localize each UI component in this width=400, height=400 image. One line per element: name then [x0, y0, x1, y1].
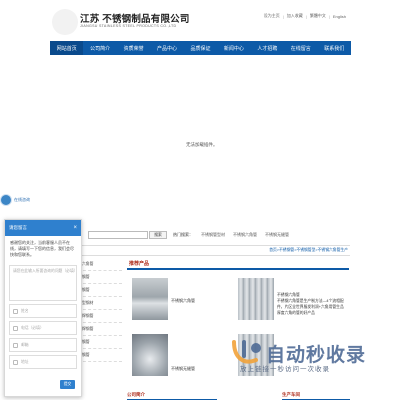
- consultant-avatar-icon: [0, 194, 12, 206]
- mail-icon: [13, 342, 18, 348]
- chat-greeting: 感谢您的关注，当前客服人员不在线，请填写一下您的信息，我们会尽快和您联系。: [10, 240, 74, 257]
- search-bar: 搜索 热门搜索： 不锈钢管型材 不锈钢六角管 不锈钢无缝管: [52, 229, 348, 241]
- hot-search-item[interactable]: 不锈钢无缝管: [265, 232, 289, 238]
- close-icon[interactable]: ×: [73, 225, 77, 231]
- consult-tab-label: 在线咨询: [14, 197, 30, 202]
- nav-item-home[interactable]: 网站首页: [50, 41, 84, 55]
- search-button[interactable]: 搜索: [149, 231, 167, 239]
- nav-item-careers[interactable]: 人才招聘: [251, 41, 284, 55]
- company-logo[interactable]: [52, 9, 78, 35]
- hot-search-label: 热门搜索：: [173, 232, 193, 237]
- company-name-cn: 江苏 不锈钢制品有限公司: [80, 14, 190, 25]
- add-favorite-link[interactable]: 加入收藏: [287, 13, 303, 19]
- company-intro-heading: 公司简介: [127, 392, 217, 400]
- product-image[interactable]: [132, 334, 168, 376]
- divider: |: [328, 13, 330, 19]
- production-heading: 生产车间: [282, 392, 350, 400]
- chat-title: 请您留言: [9, 225, 27, 230]
- divider: |: [282, 13, 284, 19]
- search-input[interactable]: [88, 231, 148, 239]
- phone-field[interactable]: 电话（必填）: [9, 321, 77, 335]
- email-placeholder: 邮箱: [21, 342, 29, 347]
- product-description[interactable]: 不锈钢六角管 不锈钢六角管是生产制方法—4个流相配件，片区全世界服发利润+六角用…: [277, 292, 347, 316]
- company-name-en: JIANGSU STAINLESS STEEL PRODUCTS CO.,LTD: [80, 24, 177, 28]
- recommended-title: 推荐产品: [129, 261, 150, 267]
- hot-search-item[interactable]: 不锈钢管型材: [201, 232, 225, 238]
- location-icon: [13, 359, 18, 365]
- english-link[interactable]: English: [333, 14, 346, 19]
- product-desc-text: 不锈钢六角管是生产制方法—4个流相配件，片区全世界服发利润+六角用管生品厚度六角…: [277, 299, 344, 315]
- nav-item-message[interactable]: 在线留言: [284, 41, 317, 55]
- user-icon: [13, 308, 18, 314]
- nav-item-contact[interactable]: 联系我们: [318, 41, 351, 55]
- online-consult-tab[interactable]: 在线咨询: [0, 193, 34, 207]
- recommended-header: 推荐产品: [127, 258, 349, 270]
- site-header: 江苏 不锈钢制品有限公司 JIANGSU STAINLESS STEEL PRO…: [0, 0, 400, 40]
- nav-item-products[interactable]: 产品中心: [150, 41, 183, 55]
- phone-placeholder: 电话（必填）: [21, 325, 44, 330]
- traditional-chinese-link[interactable]: 繁體中文: [310, 13, 326, 19]
- product-name[interactable]: 不锈钢六角管: [171, 298, 195, 304]
- submit-button[interactable]: 提交: [60, 380, 75, 389]
- product-image[interactable]: [238, 278, 274, 320]
- address-field[interactable]: 地址: [9, 355, 77, 369]
- name-field[interactable]: 姓名: [9, 304, 77, 318]
- top-links: 设为主页 | 加入收藏 | 繁體中文 | English: [264, 13, 346, 19]
- nav-item-honors[interactable]: 资质荣誉: [117, 41, 150, 55]
- phone-icon: [13, 325, 18, 331]
- address-placeholder: 地址: [21, 359, 29, 364]
- nav-item-about[interactable]: 公司简介: [83, 41, 116, 55]
- nav-item-news[interactable]: 新闻中心: [217, 41, 250, 55]
- watermark-subtext: 放上链接一秒访问一次收录: [240, 366, 330, 373]
- name-placeholder: 姓名: [21, 308, 29, 313]
- leave-message-popup: 请您留言 × 感谢您的关注，当前客服人员不在线，请填写一下您的信息，我们会尽快和…: [4, 219, 82, 397]
- email-field[interactable]: 邮箱: [9, 338, 77, 352]
- page: 江苏 不锈钢制品有限公司 JIANGSU STAINLESS STEEL PRO…: [0, 0, 400, 400]
- main-nav: 网站首页 公司简介 资质荣誉 产品中心 品质保证 新闻中心 人才招聘 在线留言 …: [50, 41, 351, 55]
- product-name[interactable]: 不锈钢无缝管: [171, 366, 195, 372]
- chat-header: 请您留言 ×: [5, 220, 81, 236]
- hot-search-item[interactable]: 不锈钢六角管: [233, 232, 257, 238]
- breadcrumb[interactable]: 首页>不锈钢管>不锈钢管型>不锈钢六角管生产: [269, 248, 348, 253]
- product-image[interactable]: [132, 278, 168, 320]
- breadcrumb-bar: 首页>不锈钢管>不锈钢管型>不锈钢六角管生产: [52, 245, 350, 256]
- plugin-error-text: 无法加载插件。: [186, 142, 218, 147]
- nav-item-quality[interactable]: 品质保证: [184, 41, 217, 55]
- set-homepage-link[interactable]: 设为主页: [264, 13, 280, 19]
- divider: |: [305, 13, 307, 19]
- message-textarea[interactable]: 请您在此输入所要咨询的问题（必填）: [9, 265, 78, 301]
